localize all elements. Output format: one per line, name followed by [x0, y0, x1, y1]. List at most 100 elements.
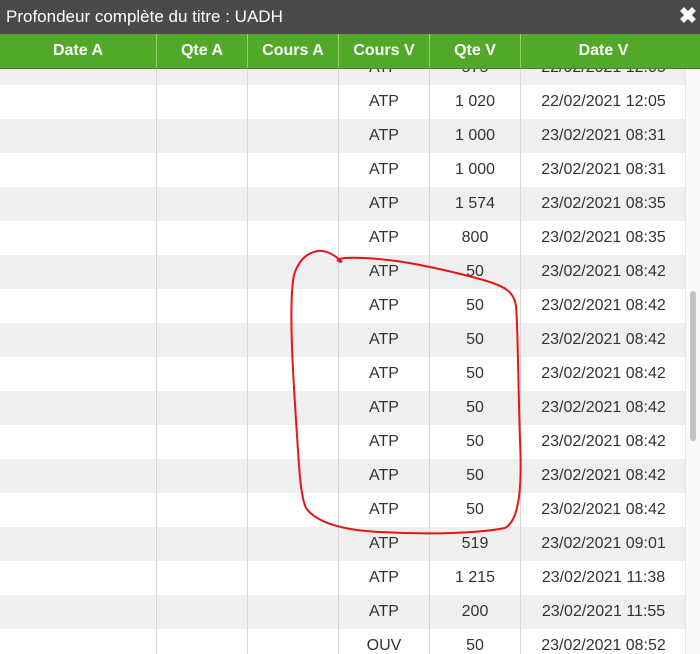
table-cell-qte-v: 575: [430, 69, 521, 85]
table-cell-qte-v: 50: [430, 323, 521, 357]
table-cell-cours-v: ATP: [339, 289, 430, 323]
table-row[interactable]: ATP 50 23/02/2021 08:42: [0, 357, 686, 391]
table-cell-date-v: 23/02/2021 08:35: [541, 195, 666, 212]
table-cell-date-v: 23/02/2021 08:42: [541, 331, 666, 348]
table-row[interactable]: ATP 50 23/02/2021 08:42: [0, 323, 686, 357]
table-cell-date-v: 23/02/2021 11:55: [541, 603, 666, 620]
table-row[interactable]: ATP 1 000 23/02/2021 08:31: [0, 119, 686, 153]
table-cell-cours-v: ATP: [339, 187, 430, 221]
table-cell-qte-v: 800: [430, 221, 521, 255]
table-cell-qte-v: 1 000: [430, 119, 521, 153]
table-cell-qte-v: 519: [430, 527, 521, 561]
table-cell-date-a: [0, 255, 157, 289]
table-cell-qte-v: 1 020: [430, 85, 521, 119]
table-cell-cours-v: ATP: [339, 153, 430, 187]
table-cell-cours-a: [248, 459, 339, 493]
window-title: Profondeur complète du titre : UADH: [6, 7, 283, 26]
table-row[interactable]: ATP 50 23/02/2021 08:42: [0, 493, 686, 527]
table-cell-cours-a: [248, 221, 339, 255]
table-cell-date-v: 23/02/2021 08:31: [541, 161, 666, 178]
table-cell-cours-v: ATP: [339, 493, 430, 527]
close-icon[interactable]: ✖: [678, 5, 698, 27]
table-cell-date-a: [0, 425, 157, 459]
column-header-cours-a[interactable]: Cours A: [248, 34, 339, 68]
table-cell-qte-v: 1 574: [430, 187, 521, 221]
column-header-qte-a[interactable]: Qte A: [157, 34, 248, 68]
table-cell-cours-a: [248, 289, 339, 323]
table-cell-qte-v: 50: [430, 289, 521, 323]
column-header-cours-v[interactable]: Cours V: [339, 34, 430, 68]
table-cell-qte-a: [157, 425, 248, 459]
table-cell-qte-a: [157, 323, 248, 357]
table-cell-qte-a: [157, 69, 248, 85]
table-cell-date-v: 23/02/2021 08:42: [541, 297, 666, 314]
table-cell-cours-a: [248, 595, 339, 629]
table-cell-date-v: 23/02/2021 08:42: [541, 467, 666, 484]
table-row[interactable]: ATP 200 23/02/2021 11:55: [0, 595, 686, 629]
table-cell-cours-v: ATP: [339, 255, 430, 289]
table-cell-qte-a: [157, 561, 248, 595]
table-cell-date-v: 22/02/2021 12:05: [521, 69, 686, 85]
table-cell-date-a: [0, 187, 157, 221]
table-cell-date-v: 23/02/2021 08:52: [541, 637, 666, 654]
column-header-date-a[interactable]: Date A: [0, 34, 157, 68]
table-cell-date-v: 23/02/2021 08:31: [541, 127, 666, 144]
table-row[interactable]: ATP 1 574 23/02/2021 08:35: [0, 187, 686, 221]
table-cell-date-a: [0, 323, 157, 357]
table-cell-qte-v: 50: [430, 459, 521, 493]
table-cell-qte-v: 50: [430, 391, 521, 425]
table-row[interactable]: ATP 50 23/02/2021 08:42: [0, 425, 686, 459]
table-row[interactable]: ATP 1 000 23/02/2021 08:31: [0, 153, 686, 187]
scrollbar-thumb[interactable]: [690, 291, 696, 441]
table-cell-qte-a: [157, 153, 248, 187]
table-cell-cours-v: ATP: [339, 527, 430, 561]
table-row[interactable]: ATP 1 215 23/02/2021 11:38: [0, 561, 686, 595]
table-cell-qte-a: [157, 459, 248, 493]
table-header: Date A Qte A Cours A Cours V Qte V Date …: [0, 34, 700, 69]
table-cell-cours-a: [248, 153, 339, 187]
table-cell-cours-v: ATP: [339, 561, 430, 595]
table-cell-qte-v: 50: [430, 357, 521, 391]
table-cell-date-a: [0, 153, 157, 187]
table-body: ATP57522/02/2021 12:05ATP1 02022/02/2021…: [0, 69, 686, 654]
table-row[interactable]: ATP 50 23/02/2021 08:42: [0, 391, 686, 425]
table-cell-date-a: [0, 493, 157, 527]
table-rows: ATP57522/02/2021 12:05ATP1 02022/02/2021…: [0, 69, 686, 654]
table-cell-qte-v: 50: [430, 255, 521, 289]
table-cell-qte-a: [157, 221, 248, 255]
table-cell-qte-v: 1 215: [430, 561, 521, 595]
table-cell-cours-a: [248, 527, 339, 561]
table-row[interactable]: OUV 50 23/02/2021 08:52: [0, 629, 686, 654]
table-row[interactable]: ATP 50 23/02/2021 08:42: [0, 459, 686, 493]
table-cell-date-v: 23/02/2021 08:42: [541, 501, 666, 518]
table-cell-cours-a: [248, 69, 339, 85]
table-cell-cours-v: ATP: [339, 221, 430, 255]
table-cell-cours-a: [248, 391, 339, 425]
table-row[interactable]: ATP 800 23/02/2021 08:35: [0, 221, 686, 255]
table-cell-date-a: [0, 629, 157, 654]
table-row[interactable]: ATP 519 23/02/2021 09:01: [0, 527, 686, 561]
column-header-date-v[interactable]: Date V: [521, 34, 686, 68]
table-cell-date-a: [0, 69, 157, 85]
table-cell-qte-a: [157, 391, 248, 425]
table-cell-qte-a: [157, 595, 248, 629]
table-cell-cours-v: ATP: [339, 425, 430, 459]
table-cell-date-a: [0, 527, 157, 561]
table-cell-date-v: 22/02/2021 12:05: [541, 93, 666, 110]
table-row[interactable]: ATP57522/02/2021 12:05: [0, 69, 686, 85]
table-row[interactable]: ATP 1 020 22/02/2021 12:05: [0, 85, 686, 119]
table-cell-date-a: [0, 85, 157, 119]
table-cell-date-v: 23/02/2021 09:01: [541, 535, 666, 552]
table-cell-qte-a: [157, 527, 248, 561]
table-cell-date-v: 23/02/2021 08:42: [541, 433, 666, 450]
table-row[interactable]: ATP 50 23/02/2021 08:42: [0, 255, 686, 289]
table-cell-qte-v: 50: [430, 425, 521, 459]
table-cell-date-v: 23/02/2021 08:42: [541, 263, 666, 280]
column-header-qte-v[interactable]: Qte V: [430, 34, 521, 68]
table-cell-qte-a: [157, 119, 248, 153]
table-row[interactable]: ATP 50 23/02/2021 08:42: [0, 289, 686, 323]
vertical-scrollbar[interactable]: [685, 69, 700, 654]
table-cell-qte-v: 1 000: [430, 153, 521, 187]
table-cell-qte-a: [157, 289, 248, 323]
table-cell-date-a: [0, 289, 157, 323]
